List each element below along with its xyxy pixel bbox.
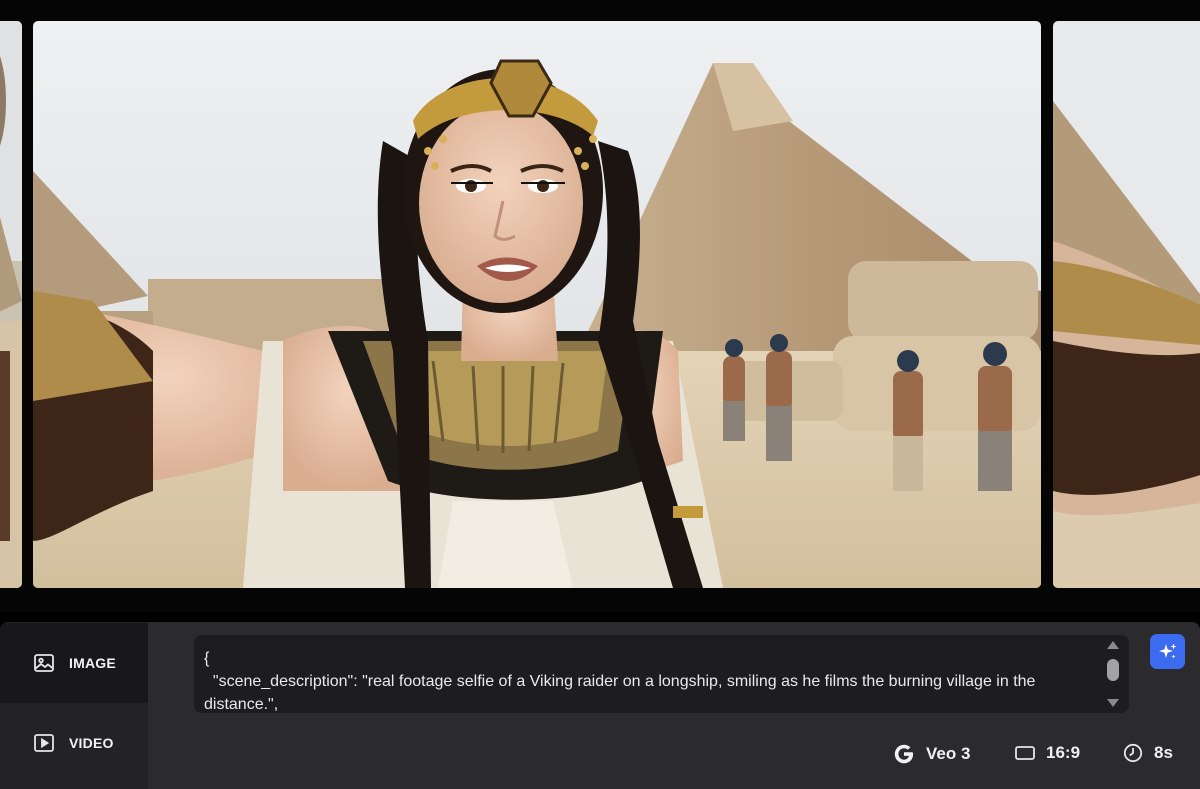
scroll-up-arrow-icon[interactable] [1107,641,1119,649]
video-icon [34,733,54,753]
prompt-scrollbar-thumb[interactable] [1107,659,1119,681]
model-selector[interactable]: Veo 3 [893,743,970,765]
google-logo-icon [894,744,914,764]
image-icon [34,653,54,673]
sparkle-icon [1158,643,1176,658]
previous-media-image [0,21,22,588]
image-mode-label: IMAGE [69,655,116,671]
previous-media-thumbnail[interactable] [0,21,22,588]
next-media-thumbnail[interactable] [1053,21,1200,588]
media-carousel [0,0,1200,612]
model-label: Veo 3 [926,744,971,763]
aspect-ratio-icon [1015,746,1035,760]
next-media-image [1053,21,1200,588]
scroll-down-arrow-icon[interactable] [1107,699,1119,707]
aspect-ratio-label: 16:9 [1046,743,1081,762]
prompt-text[interactable]: { "scene_description": "real footage sel… [204,647,1089,713]
generated-scene-image [33,21,1041,588]
enhance-prompt-button[interactable] [1150,634,1185,669]
generated-media-preview[interactable] [33,21,1041,588]
duration-label: 8s [1154,743,1173,762]
prompt-composer: IMAGE VIDEO { "scene_description": "real… [0,622,1200,789]
image-mode-button[interactable]: IMAGE [0,623,148,703]
video-mode-label: VIDEO [69,735,114,751]
aspect-ratio-selector[interactable]: 16:9 [1015,743,1080,763]
video-mode-button[interactable]: VIDEO [0,703,148,783]
mode-switcher: IMAGE VIDEO [0,622,148,789]
duration-selector[interactable]: 8s [1123,743,1173,763]
prompt-input[interactable]: { "scene_description": "real footage sel… [194,635,1129,713]
clock-icon [1123,743,1143,763]
